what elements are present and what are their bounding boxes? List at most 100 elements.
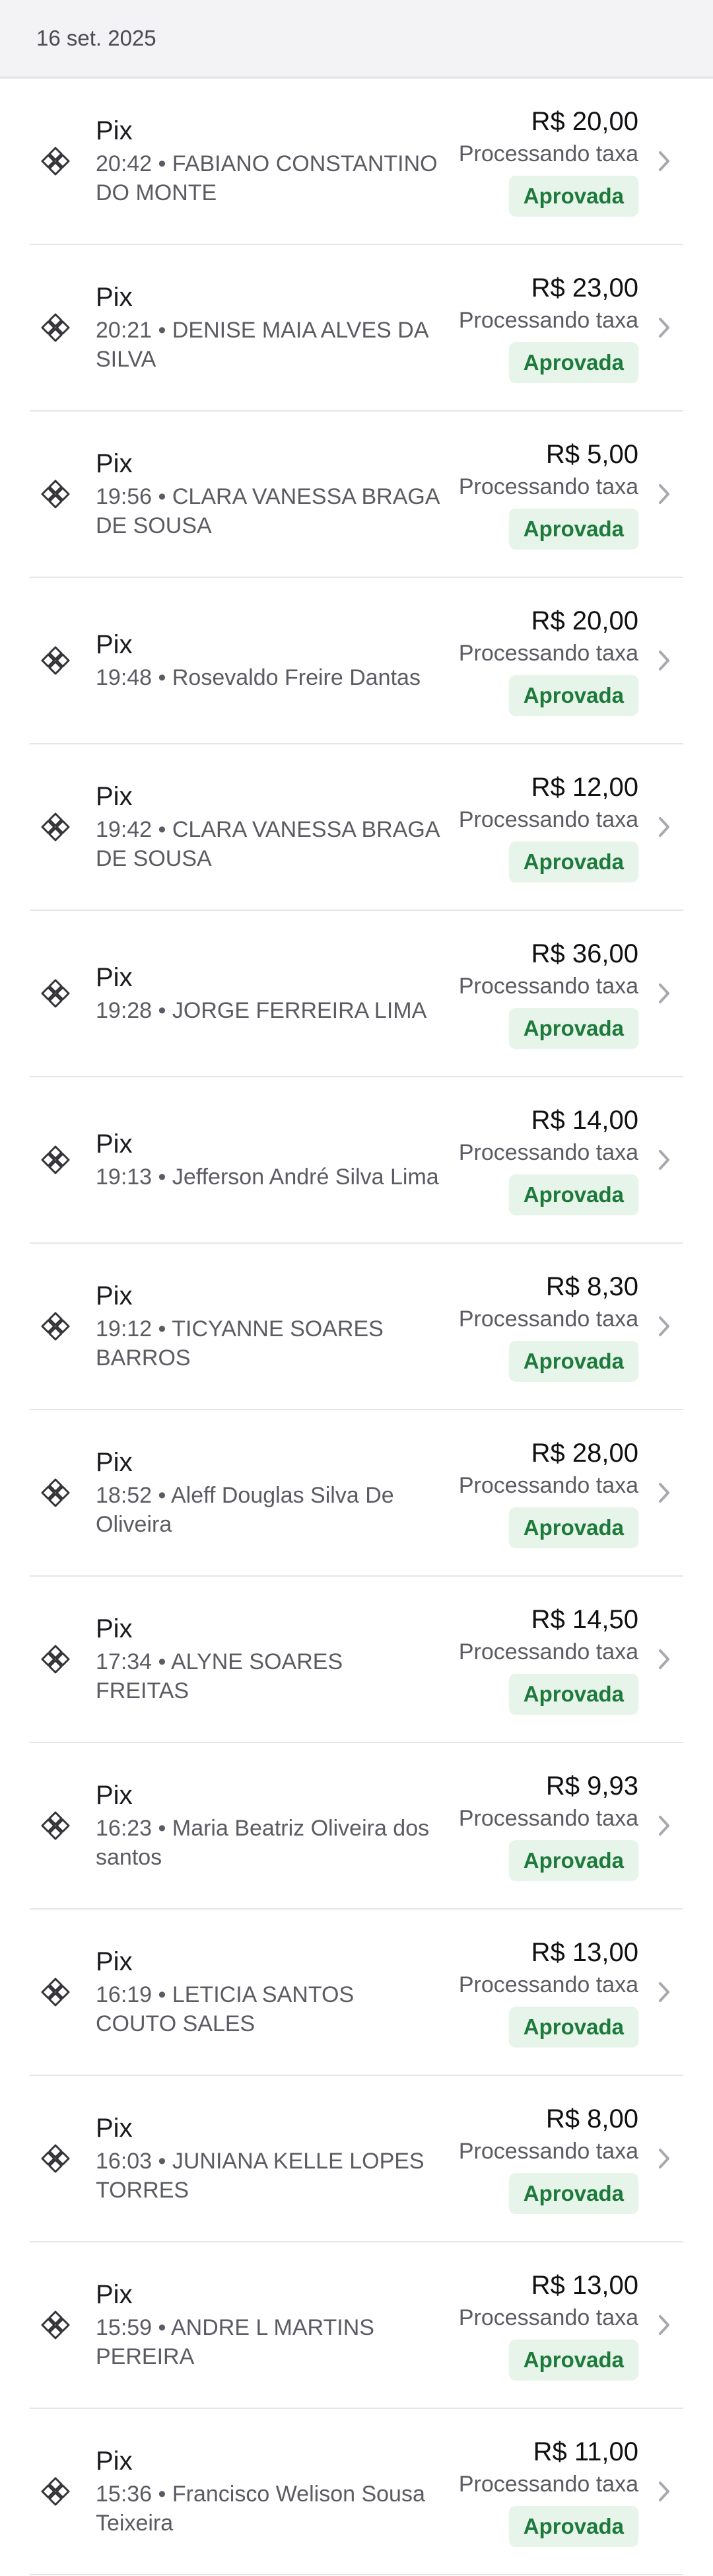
transaction-info: Pix 18:52 • Aleff Douglas Silva De Olive… xyxy=(96,1447,439,1539)
transaction-info: Pix 20:21 • DENISE MAIA ALVES DA SILVA xyxy=(96,281,439,374)
transaction-detail: 15:59 • ANDRE L MARTINS PEREIRA xyxy=(96,2315,374,2369)
transaction-method: Pix xyxy=(96,2447,133,2476)
transaction-info: Pix 19:13 • Jefferson André Silva Lima xyxy=(96,1128,439,1192)
status-badge: Aprovada xyxy=(508,1674,638,1715)
status-badge: Aprovada xyxy=(508,1341,638,1382)
transaction-amount: R$ 12,00 xyxy=(531,773,638,802)
pix-icon xyxy=(40,978,71,1009)
transaction-status-text: Processando taxa xyxy=(458,2305,638,2330)
transaction-amount: R$ 36,00 xyxy=(531,939,638,968)
status-badge: Aprovada xyxy=(508,2506,638,2547)
chevron-right-icon[interactable] xyxy=(654,480,674,509)
pix-icon xyxy=(40,145,71,177)
pix-icon xyxy=(40,2143,71,2174)
transaction-row[interactable]: Pix 19:28 • JORGE FERREIRA LIMA R$ 36,00… xyxy=(30,911,683,1077)
transaction-method: Pix xyxy=(96,1281,133,1310)
pix-icon xyxy=(40,1810,71,1842)
transaction-detail: 19:56 • CLARA VANESSA BRAGA DE SOUSA xyxy=(96,484,439,538)
status-badge: Aprovada xyxy=(508,841,638,882)
transaction-row[interactable]: Pix 15:59 • ANDRE L MARTINS PEREIRA R$ 1… xyxy=(30,2242,683,2409)
transaction-row[interactable]: Pix 19:12 • TICYANNE SOARES BARROS R$ 8,… xyxy=(30,1244,683,1410)
transaction-status-text: Processando taxa xyxy=(458,974,638,999)
transaction-info: Pix 19:12 • TICYANNE SOARES BARROS xyxy=(96,1280,439,1373)
transaction-row[interactable]: Pix 16:23 • Maria Beatriz Oliveira dos s… xyxy=(30,1743,683,1910)
transaction-amount: R$ 14,50 xyxy=(531,1605,638,1634)
transaction-summary: R$ 8,00 Processando taxa Aprovada xyxy=(459,2076,638,2241)
transaction-row[interactable]: Pix 20:21 • DENISE MAIA ALVES DA SILVA R… xyxy=(30,245,683,411)
pix-icon xyxy=(40,312,71,343)
transaction-method: Pix xyxy=(96,782,133,811)
transaction-detail: 16:03 • JUNIANA KELLE LOPES TORRES xyxy=(96,2149,424,2203)
transaction-row[interactable]: Pix 18:52 • Aleff Douglas Silva De Olive… xyxy=(30,1410,683,1577)
transaction-method: Pix xyxy=(96,2280,133,2309)
chevron-right-icon[interactable] xyxy=(654,979,674,1008)
date-header-label: 16 set. 2025 xyxy=(36,26,156,50)
status-badge: Aprovada xyxy=(508,342,638,383)
transaction-amount: R$ 23,00 xyxy=(531,273,638,303)
transaction-method: Pix xyxy=(96,630,133,659)
transaction-row[interactable]: Pix 16:03 • JUNIANA KELLE LOPES TORRES R… xyxy=(30,2076,683,2242)
pix-icon xyxy=(40,2476,71,2507)
status-badge: Aprovada xyxy=(508,509,638,550)
transaction-summary: R$ 20,00 Processando taxa Aprovada xyxy=(459,79,638,244)
transaction-method: Pix xyxy=(96,283,133,312)
chevron-right-icon[interactable] xyxy=(654,1312,674,1341)
transaction-method: Pix xyxy=(96,1448,133,1477)
transaction-row[interactable]: Pix 19:42 • CLARA VANESSA BRAGA DE SOUSA… xyxy=(30,744,683,911)
chevron-right-icon[interactable] xyxy=(654,1811,674,1840)
transaction-row[interactable]: Pix 19:56 • CLARA VANESSA BRAGA DE SOUSA… xyxy=(30,411,683,578)
transaction-summary: R$ 23,00 Processando taxa Aprovada xyxy=(459,245,638,410)
chevron-right-icon[interactable] xyxy=(654,313,674,342)
chevron-right-icon[interactable] xyxy=(654,2310,674,2340)
transaction-summary: R$ 36,00 Processando taxa Aprovada xyxy=(459,911,638,1076)
transaction-row[interactable]: Pix 16:19 • LETICIA SANTOS COUTO SALES R… xyxy=(30,1910,683,2076)
transaction-summary: R$ 12,00 Processando taxa Aprovada xyxy=(459,744,638,910)
transaction-detail: 19:48 • Rosevaldo Freire Dantas xyxy=(96,665,421,690)
transaction-info: Pix 16:19 • LETICIA SANTOS COUTO SALES xyxy=(96,1946,439,2038)
chevron-right-icon[interactable] xyxy=(654,2477,674,2506)
transaction-detail: 17:34 • ALYNE SOARES FREITAS xyxy=(96,1649,343,1703)
transaction-method: Pix xyxy=(96,1129,133,1159)
transaction-detail: 19:28 • JORGE FERREIRA LIMA xyxy=(96,998,427,1023)
transaction-amount: R$ 11,00 xyxy=(533,2437,638,2466)
status-badge: Aprovada xyxy=(508,1008,638,1049)
pix-icon xyxy=(40,645,71,676)
transaction-amount: R$ 13,00 xyxy=(531,2271,638,2300)
transaction-detail: 20:42 • FABIANO CONSTANTINO DO MONTE xyxy=(96,151,438,205)
chevron-right-icon[interactable] xyxy=(654,1478,674,1507)
transaction-row[interactable]: Pix 19:13 • Jefferson André Silva Lima R… xyxy=(30,1077,683,1244)
transaction-amount: R$ 9,93 xyxy=(545,1771,638,1801)
transaction-method: Pix xyxy=(96,116,133,145)
transaction-detail: 16:23 • Maria Beatriz Oliveira dos santo… xyxy=(96,1816,430,1870)
pix-icon xyxy=(40,1310,71,1342)
transaction-summary: R$ 5,00 Processando taxa Aprovada xyxy=(459,411,638,577)
chevron-right-icon[interactable] xyxy=(654,1978,674,2007)
transaction-status-text: Processando taxa xyxy=(458,1972,638,1997)
transaction-method: Pix xyxy=(96,1614,133,1643)
transaction-list: Pix 20:42 • FABIANO CONSTANTINO DO MONTE… xyxy=(30,79,683,2575)
chevron-right-icon[interactable] xyxy=(654,1645,674,1674)
transaction-row[interactable]: Pix 19:48 • Rosevaldo Freire Dantas R$ 2… xyxy=(30,578,683,744)
transaction-method: Pix xyxy=(96,1781,133,1810)
status-badge: Aprovada xyxy=(508,2007,638,2048)
chevron-right-icon[interactable] xyxy=(654,646,674,675)
chevron-right-icon[interactable] xyxy=(654,147,674,176)
transaction-status-text: Processando taxa xyxy=(458,2472,638,2497)
transaction-amount: R$ 28,00 xyxy=(531,1439,638,1468)
transaction-info: Pix 16:23 • Maria Beatriz Oliveira dos s… xyxy=(96,1779,439,1872)
chevron-right-icon[interactable] xyxy=(654,2144,674,2173)
chevron-right-icon[interactable] xyxy=(654,1145,674,1174)
transaction-row[interactable]: Pix 15:36 • Francisco Welison Sousa Teix… xyxy=(30,2409,683,2575)
transaction-detail: 15:36 • Francisco Welison Sousa Teixeira xyxy=(96,2482,425,2536)
pix-icon xyxy=(40,1144,71,1176)
transaction-row[interactable]: Pix 17:34 • ALYNE SOARES FREITAS R$ 14,5… xyxy=(30,1577,683,1743)
chevron-right-icon[interactable] xyxy=(654,812,674,841)
transaction-row[interactable]: Pix 20:42 • FABIANO CONSTANTINO DO MONTE… xyxy=(30,79,683,245)
transaction-status-text: Processando taxa xyxy=(458,1306,638,1332)
transaction-summary: R$ 28,00 Processando taxa Aprovada xyxy=(459,1410,638,1575)
transaction-method: Pix xyxy=(96,1947,133,1976)
transaction-status-text: Processando taxa xyxy=(458,308,638,333)
transaction-summary: R$ 14,00 Processando taxa Aprovada xyxy=(459,1077,638,1242)
transaction-summary: R$ 13,00 Processando taxa Aprovada xyxy=(459,1910,638,2075)
transaction-amount: R$ 20,00 xyxy=(531,606,638,635)
